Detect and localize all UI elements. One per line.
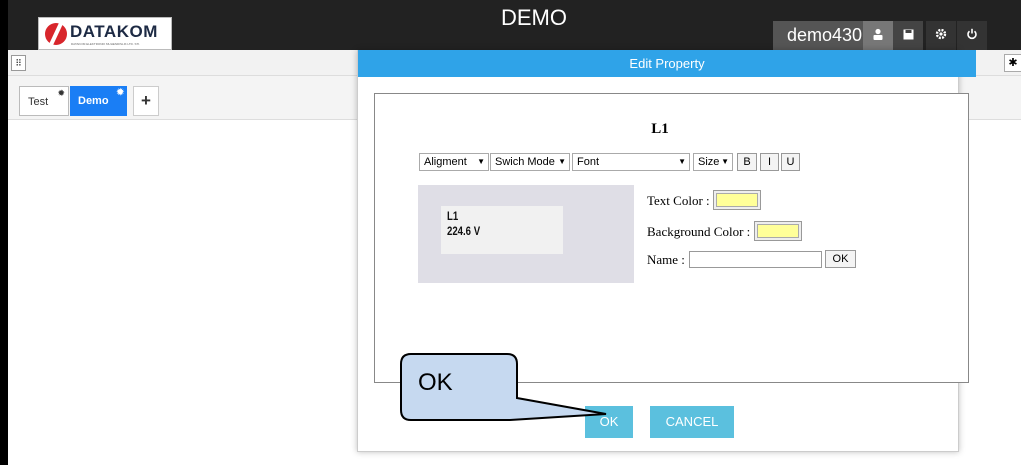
- background-color-swatch: [757, 224, 799, 238]
- datakom-logo: DATAKOM DATAKOM ELEKTRONIK MUHENDISLIK L…: [38, 17, 172, 50]
- left-edge-bar: [0, 0, 8, 465]
- background-color-label: Background Color :: [647, 224, 751, 239]
- ok-button[interactable]: OK: [585, 406, 633, 438]
- italic-button[interactable]: I: [760, 153, 779, 171]
- cancel-button[interactable]: CANCEL: [650, 406, 734, 438]
- user-icon: [872, 28, 884, 43]
- text-color-label: Text Color :: [647, 193, 710, 208]
- callout-text: OK: [418, 369, 453, 396]
- preview-value: 224.6 V: [447, 224, 481, 238]
- select-label: Size: [698, 156, 720, 168]
- text-color-picker[interactable]: [713, 190, 761, 210]
- tab-demo[interactable]: Demo ✹: [70, 86, 127, 116]
- background-color-picker[interactable]: [754, 221, 802, 241]
- grid-icon: ⠿: [15, 58, 22, 68]
- preview-name: L1: [447, 209, 459, 223]
- select-label: Swich Mode: [495, 156, 555, 168]
- logo-mark-icon: [45, 23, 67, 45]
- app-title: DEMO: [501, 5, 567, 30]
- dropdown-caret-icon: ▼: [678, 157, 686, 166]
- wrench-icon: ✱: [1008, 57, 1018, 69]
- user-button[interactable]: [863, 21, 893, 50]
- save-button[interactable]: [893, 21, 923, 50]
- select-label: Aligment: [424, 156, 467, 168]
- dropdown-caret-icon: ▼: [558, 157, 566, 166]
- dropdown-caret-icon: ▼: [721, 157, 729, 166]
- dialog-title: Edit Property: [358, 50, 976, 77]
- power-button[interactable]: [957, 21, 987, 50]
- tab-label: Test: [28, 96, 49, 108]
- power-icon: [966, 28, 978, 43]
- select-label: Font: [577, 156, 600, 168]
- save-icon: [903, 28, 914, 43]
- underline-button[interactable]: U: [781, 153, 800, 171]
- tab-label: Demo: [78, 95, 109, 107]
- bold-button[interactable]: B: [737, 153, 757, 171]
- logo-text: DATAKOM: [70, 22, 158, 41]
- username-display: demo430: [773, 21, 863, 50]
- gear-icon[interactable]: ✹: [57, 78, 65, 108]
- text-color-swatch: [716, 193, 758, 207]
- alignment-select[interactable]: Aligment ▼: [419, 153, 489, 171]
- tab-test[interactable]: Test ✹: [19, 86, 69, 116]
- size-select[interactable]: Size ▼: [693, 153, 733, 171]
- name-ok-button[interactable]: OK: [825, 250, 856, 268]
- settings-button[interactable]: [926, 21, 956, 50]
- gear-icon: [935, 28, 947, 43]
- logo-subtext: DATAKOM ELEKTRONIK MUHENDISLIK LTD. STI.: [71, 42, 141, 46]
- grid-menu-button[interactable]: ⠿: [11, 55, 26, 71]
- name-input[interactable]: [689, 251, 822, 268]
- property-title: L1: [651, 121, 669, 137]
- switch-mode-select[interactable]: Swich Mode ▼: [490, 153, 570, 171]
- gear-icon[interactable]: ✹: [116, 77, 124, 107]
- dropdown-caret-icon: ▼: [477, 157, 485, 166]
- add-tab-button[interactable]: +: [133, 86, 159, 116]
- name-label: Name :: [647, 252, 685, 267]
- font-select[interactable]: Font ▼: [572, 153, 690, 171]
- right-tool-button[interactable]: ✱: [1004, 54, 1021, 72]
